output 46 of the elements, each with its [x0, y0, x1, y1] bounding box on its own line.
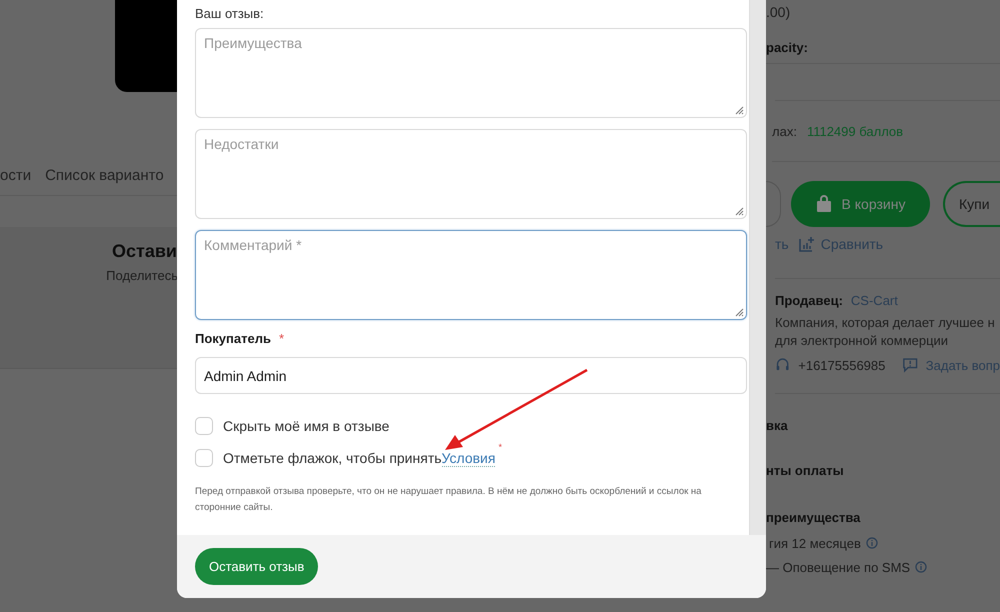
required-mark: *: [278, 331, 284, 346]
seller-description: Компания, которая делает лучшее н для электронной коммерции: [775, 314, 996, 350]
bag-icon: [816, 195, 832, 213]
review-heading: Остави: [112, 241, 177, 262]
text-area[interactable]: Недостатки: [195, 129, 747, 219]
required-mark: *: [498, 442, 502, 452]
checkbox[interactable]: [195, 449, 213, 467]
info-icon[interactable]: [866, 537, 878, 549]
text-area[interactable]: Комментарий *: [195, 230, 747, 320]
buy-button[interactable]: Купи: [943, 181, 1000, 227]
resize-grip-icon[interactable]: [734, 105, 744, 115]
notice-text: Перед отправкой отзыва проверьте, что он не нарушает правила. В нём не должно быть оскорблений и ссылок на сторонние сайты.: [195, 485, 702, 515]
info-icon[interactable]: [915, 561, 928, 573]
ask-question-link[interactable]: Задать вопр: [926, 358, 1000, 372]
submit-button[interactable]: Оставить отзыв: [195, 548, 318, 585]
points-value: 1112499 баллов: [806, 124, 904, 138]
name-input-field[interactable]: Admin Admin: [195, 357, 747, 394]
points-label: лах:: [772, 124, 797, 138]
feature-text: гия 12 месяцев: [769, 536, 861, 550]
review-subtitle: Поделитесь: [106, 268, 178, 283]
checkbox[interactable]: [195, 417, 213, 435]
seller-link[interactable]: CS-Cart: [850, 293, 898, 308]
resize-grip-icon[interactable]: [734, 206, 744, 216]
message-icon[interactable]: [903, 357, 918, 373]
compare-link[interactable]: Сравнить: [820, 236, 884, 252]
tab[interactable]: ости: [0, 166, 32, 184]
resize-grip-icon[interactable]: [734, 307, 744, 317]
section-heading[interactable]: нты оплаты: [766, 437, 1000, 484]
checkbox-label: Отметьте флажок, чтобы принять: [223, 450, 442, 466]
option-label: pacity:: [766, 40, 808, 55]
section-label: Ваш отзыв:: [195, 6, 265, 23]
section-heading[interactable]: вка: [766, 394, 1000, 437]
price-note: .00): [766, 4, 790, 20]
quantity-control[interactable]: [766, 181, 781, 227]
text-area[interactable]: Преимущества: [195, 28, 747, 118]
add-to-cart-button[interactable]: В корзину: [791, 181, 930, 227]
customer-label: Покупатель: [195, 331, 271, 346]
checkbox-label: Скрыть моё имя в отзыве: [223, 418, 390, 434]
tab[interactable]: Список варианто: [45, 166, 164, 184]
feature-text: — Оповещение по SMS: [766, 560, 910, 574]
seller-label: Продавец:: [775, 293, 843, 308]
wishlist-link[interactable]: ть: [775, 236, 789, 252]
compare-icon[interactable]: [798, 236, 815, 252]
scrollbar[interactable]: [749, 0, 766, 535]
phone-number: +16175556985: [798, 358, 886, 372]
section-heading[interactable]: преимущества: [766, 484, 1000, 531]
